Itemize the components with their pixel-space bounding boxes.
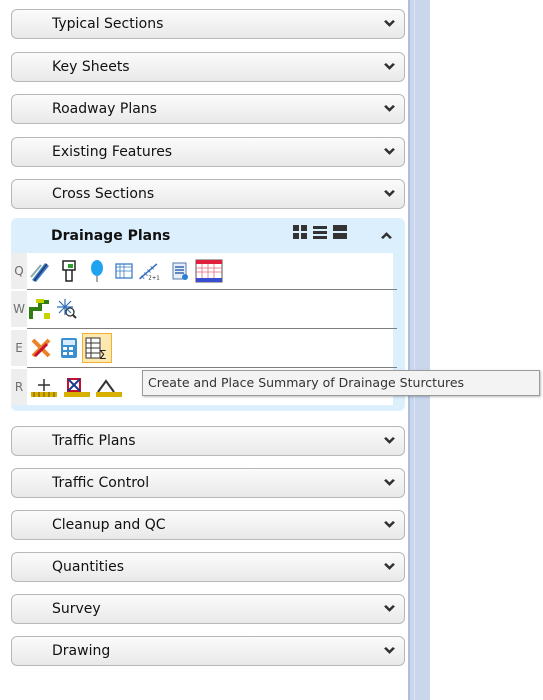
chevron-down-icon[interactable]	[383, 519, 396, 532]
svg-text:Σ: Σ	[99, 348, 107, 362]
panel-label: Cross Sections	[52, 186, 155, 202]
row-separator	[27, 328, 397, 329]
row-separator	[27, 367, 397, 368]
panel-label: Existing Features	[52, 144, 173, 160]
panel-label: Typical Sections	[52, 16, 164, 32]
chevron-down-icon[interactable]	[383, 188, 396, 201]
profile-structure-icon[interactable]	[62, 375, 92, 399]
panel-label: Drawing	[52, 643, 111, 659]
svg-text:2+15: 2+15	[148, 276, 160, 282]
edit-structure-icon[interactable]	[30, 336, 52, 360]
list-view-icon[interactable]	[312, 224, 328, 240]
chevron-down-icon[interactable]	[383, 146, 396, 159]
panel-traffic-control[interactable]: Traffic Control	[11, 468, 405, 498]
panel-title[interactable]: Drainage Plans	[51, 228, 170, 244]
row-separator	[27, 289, 397, 290]
panel-survey[interactable]: Survey	[11, 594, 405, 624]
panel-typical-sections[interactable]: Typical Sections	[11, 9, 405, 39]
view-mode-group	[292, 224, 348, 240]
panel-cross-sections[interactable]: Cross Sections	[11, 179, 405, 209]
label-structure-icon[interactable]	[94, 375, 124, 399]
chevron-down-icon[interactable]	[383, 103, 396, 116]
chevron-down-icon[interactable]	[383, 18, 396, 31]
panel-label: Cleanup and QC	[52, 517, 166, 533]
pipe-network-icon[interactable]	[29, 297, 51, 321]
panel-drawing[interactable]: Drawing	[11, 636, 405, 666]
panel-quantities[interactable]: Quantities	[11, 552, 405, 582]
panel-label: Roadway Plans	[52, 101, 157, 117]
calculator-icon[interactable]	[58, 336, 80, 360]
row-key: R	[11, 369, 27, 405]
panel-cleanup-and-qc[interactable]: Cleanup and QC	[11, 510, 405, 540]
report-icon[interactable]	[169, 259, 191, 283]
scroll-bar[interactable]	[408, 0, 430, 700]
draw-pipe-icon[interactable]	[29, 259, 51, 283]
panel-label: Traffic Control	[52, 475, 150, 491]
app-window: Typical Sections Key Sheets Roadway Plan…	[0, 0, 543, 700]
panel-label: Survey	[52, 601, 101, 617]
balloon-icon[interactable]	[86, 259, 108, 283]
panel-roadway-plans[interactable]: Roadway Plans	[11, 94, 405, 124]
chevron-down-icon[interactable]	[383, 477, 396, 490]
panel-label: Traffic Plans	[52, 433, 136, 449]
drainage-area-icon[interactable]	[113, 259, 135, 283]
chevron-down-icon[interactable]	[383, 61, 396, 74]
panel-existing-features[interactable]: Existing Features	[11, 137, 405, 167]
chevron-down-icon[interactable]	[383, 603, 396, 616]
panel-label: Quantities	[52, 559, 125, 575]
table-icon[interactable]	[194, 259, 224, 283]
chevron-down-icon[interactable]	[383, 435, 396, 448]
panel-key-sheets[interactable]: Key Sheets	[11, 52, 405, 82]
tooltip: Create and Place Summary of Drainage Stu…	[142, 370, 540, 396]
profile-icon[interactable]: 2+15	[138, 259, 160, 283]
row-key: E	[11, 330, 27, 366]
row-key: W	[11, 291, 27, 327]
panel-label: Key Sheets	[52, 59, 130, 75]
summary-table-icon[interactable]: Σ	[82, 333, 112, 363]
analyze-icon[interactable]	[55, 297, 77, 321]
chevron-down-icon[interactable]	[383, 561, 396, 574]
structure-icon[interactable]	[58, 259, 80, 283]
chevron-up-icon[interactable]	[380, 228, 393, 241]
row-key: Q	[11, 253, 27, 289]
grid-view-icon[interactable]	[292, 224, 308, 240]
detail-view-icon[interactable]	[332, 224, 348, 240]
panel-traffic-plans[interactable]: Traffic Plans	[11, 426, 405, 456]
chevron-down-icon[interactable]	[383, 645, 396, 658]
place-structure-icon[interactable]	[29, 375, 59, 399]
